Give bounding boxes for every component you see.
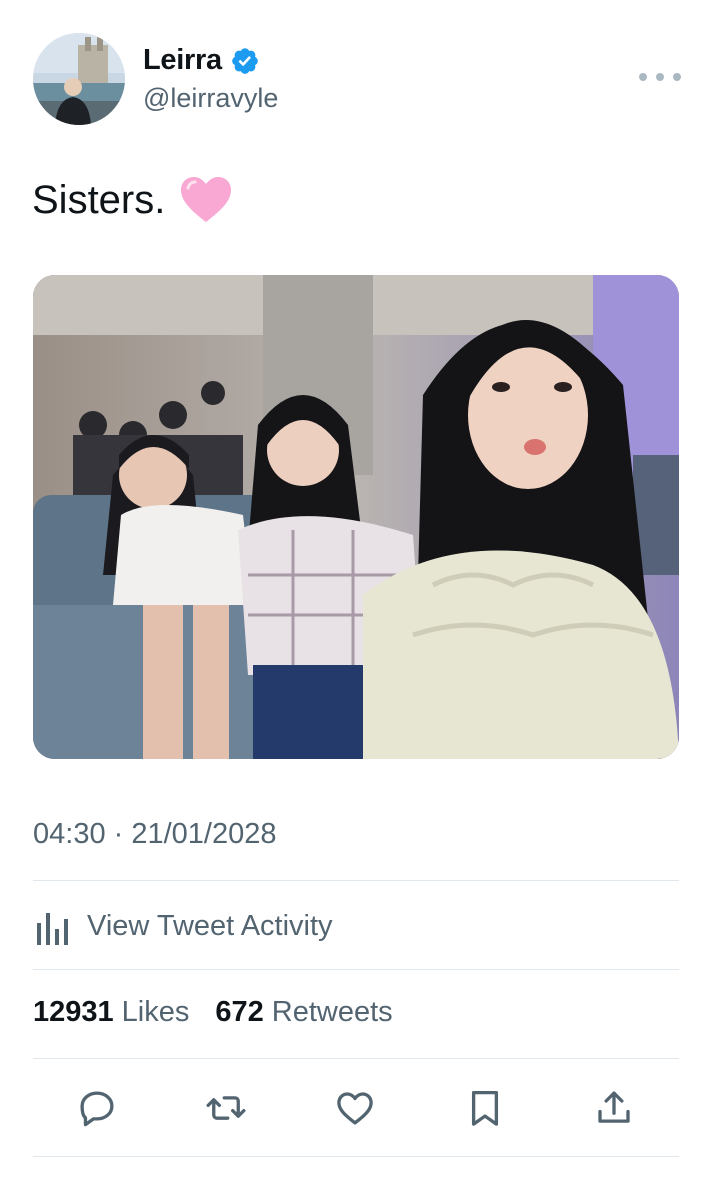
divider bbox=[33, 880, 679, 881]
retweet-button[interactable] bbox=[200, 1082, 252, 1134]
likes-label: Likes bbox=[121, 996, 190, 1028]
bar-chart-icon bbox=[37, 913, 68, 945]
user-handle[interactable]: @leirravyle bbox=[143, 83, 278, 114]
likes-stat[interactable]: 12931 Likes bbox=[33, 996, 189, 1029]
divider bbox=[33, 1156, 679, 1157]
action-bar bbox=[33, 1082, 679, 1134]
more-horizontal-icon bbox=[656, 73, 664, 81]
tweet-detail: Leirra @leirravyle Sisters. 04:30 · 21/0… bbox=[0, 0, 711, 1200]
engagement-stats: 12931 Likes 672 Retweets bbox=[33, 996, 393, 1029]
like-button[interactable] bbox=[329, 1082, 381, 1134]
view-tweet-activity-link[interactable]: View Tweet Activity bbox=[33, 902, 333, 950]
heart-icon bbox=[337, 1092, 373, 1125]
likes-count: 12931 bbox=[33, 996, 114, 1028]
pink-heart-icon bbox=[181, 177, 232, 222]
verified-badge-icon bbox=[232, 47, 258, 74]
tweet-timestamp[interactable]: 04:30 · 21/01/2028 bbox=[33, 818, 276, 851]
tweet-text-content: Sisters. bbox=[32, 177, 166, 222]
display-name[interactable]: Leirra bbox=[143, 44, 222, 77]
retweets-label: Retweets bbox=[271, 996, 393, 1028]
author-name-row: Leirra bbox=[143, 44, 260, 77]
more-horizontal-icon bbox=[639, 73, 647, 81]
divider bbox=[33, 969, 679, 970]
reply-icon bbox=[80, 1091, 114, 1127]
retweets-stat[interactable]: 672 Retweets bbox=[215, 996, 392, 1029]
divider bbox=[33, 1058, 679, 1059]
share-button[interactable] bbox=[588, 1082, 640, 1134]
bookmark-icon bbox=[471, 1090, 499, 1126]
bookmark-button[interactable] bbox=[459, 1082, 511, 1134]
retweets-count: 672 bbox=[215, 996, 264, 1028]
tweet-text: Sisters. bbox=[32, 176, 233, 224]
tweet-photo[interactable] bbox=[33, 275, 679, 759]
more-horizontal-icon bbox=[673, 73, 681, 81]
avatar[interactable] bbox=[33, 33, 125, 125]
more-options-button[interactable] bbox=[639, 62, 681, 92]
view-tweet-activity-label: View Tweet Activity bbox=[87, 909, 333, 942]
share-icon bbox=[598, 1091, 630, 1123]
reply-button[interactable] bbox=[71, 1082, 123, 1134]
retweet-icon bbox=[206, 1096, 246, 1120]
